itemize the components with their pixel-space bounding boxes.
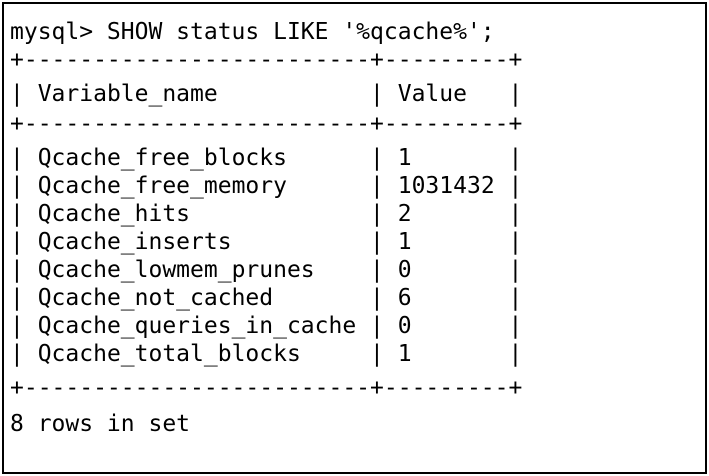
variable-name-cell: Qcache_free_blocks (37, 145, 287, 171)
value-cell: 1 (397, 145, 412, 171)
value-cell: 1 (397, 229, 412, 255)
column-header-value: Value (397, 81, 467, 107)
table-row: | Qcache_queries_in_cache | 0 | (10, 313, 523, 339)
column-header-variable-name: Variable_name (37, 81, 218, 107)
terminal-window: mysql> SHOW status LIKE '%qcache%'; +---… (2, 2, 707, 474)
variable-name-cell: Qcache_free_memory (37, 173, 287, 199)
value-cell: 6 (397, 285, 412, 311)
value-cell: 0 (397, 257, 412, 283)
variable-name-cell: Qcache_total_blocks (37, 341, 301, 367)
table-row: | Qcache_free_memory | 1031432 | (10, 173, 523, 199)
variable-name-cell: Qcache_hits (37, 201, 191, 227)
table-border-top: +-------------------------+---------+ (10, 47, 523, 73)
variable-name-cell: Qcache_lowmem_prunes (37, 257, 315, 283)
table-border-bottom: +-------------------------+---------+ (10, 375, 523, 401)
variable-name-cell: Qcache_queries_in_cache (37, 313, 357, 339)
table-row: | Qcache_free_blocks | 1 | (10, 145, 523, 171)
value-cell: 1 (397, 341, 412, 367)
table-row: | Qcache_lowmem_prunes | 0 | (10, 257, 523, 283)
result-summary: 8 rows in set (10, 411, 191, 437)
table-row: | Qcache_not_cached | 6 | (10, 285, 523, 311)
value-cell: 2 (397, 201, 412, 227)
command-line: mysql> SHOW status LIKE '%qcache%'; (10, 19, 495, 45)
table-header-row: | Variable_name | Value | (10, 81, 523, 107)
variable-name-cell: Qcache_not_cached (37, 285, 274, 311)
value-cell: 1031432 (397, 173, 495, 199)
table-row: | Qcache_inserts | 1 | (10, 229, 523, 255)
table-border-header: +-------------------------+---------+ (10, 111, 523, 137)
table-row: | Qcache_total_blocks | 1 | (10, 341, 523, 367)
value-cell: 0 (397, 313, 412, 339)
table-row: | Qcache_hits | 2 | (10, 201, 523, 227)
variable-name-cell: Qcache_inserts (37, 229, 232, 255)
